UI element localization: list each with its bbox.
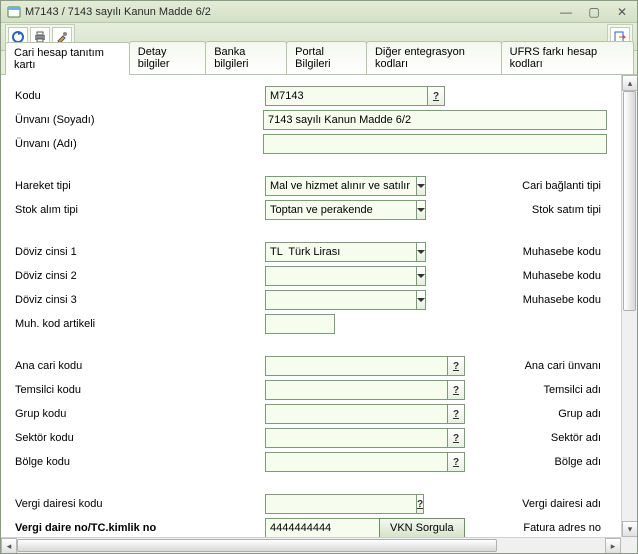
vertical-scrollbar[interactable]: ▴ ▾: [621, 75, 637, 537]
maximize-button[interactable]: ▢: [583, 4, 605, 20]
bolge-kodu-lookup: ?: [265, 452, 465, 472]
label-temsilci-kodu: Temsilci kodu: [15, 384, 265, 396]
tab-detay-bilgiler[interactable]: Detay bilgiler: [129, 41, 206, 74]
window-controls: — ▢ ✕: [555, 4, 633, 20]
stok-alim-tipi-value[interactable]: [265, 200, 416, 220]
window-title: M7143 / 7143 sayılı Kanun Madde 6/2: [25, 6, 555, 18]
label-sektor-adi: Sektör adı: [551, 432, 607, 444]
label-sektor-kodu: Sektör kodu: [15, 432, 265, 444]
tab-ufrs-farki-hesap-kodlari[interactable]: UFRS farkı hesap kodları: [501, 41, 634, 74]
grup-kodu-input[interactable]: [265, 404, 447, 424]
sektor-kodu-input[interactable]: [265, 428, 447, 448]
vergi-dairesi-kodu-lookup: ?: [265, 494, 335, 514]
horizontal-scroll-thumb[interactable]: [17, 539, 497, 552]
scroll-up-button[interactable]: ▴: [622, 75, 637, 91]
doviz-1-dropdown[interactable]: [265, 242, 395, 262]
doviz-3-value[interactable]: [265, 290, 416, 310]
unvani-adi-input[interactable]: [263, 134, 607, 154]
scroll-left-button[interactable]: ◂: [1, 538, 17, 553]
bolge-kodu-lookup-button[interactable]: ?: [447, 452, 465, 472]
sektor-kodu-lookup-button[interactable]: ?: [447, 428, 465, 448]
scroll-right-button[interactable]: ▸: [605, 538, 621, 553]
label-doviz-2: Döviz cinsi 2: [15, 270, 265, 282]
label-fatura-adres-no: Fatura adres no: [523, 522, 607, 534]
horizontal-scrollbar[interactable]: ◂ ▸: [1, 537, 621, 553]
doviz-2-dropdown[interactable]: [265, 266, 395, 286]
doviz-2-dropdown-button[interactable]: [416, 266, 426, 286]
doviz-1-dropdown-button[interactable]: [416, 242, 426, 262]
label-grup-adi: Grup adı: [558, 408, 607, 420]
app-window: M7143 / 7143 sayılı Kanun Madde 6/2 — ▢ …: [0, 0, 638, 554]
label-vergi-dairesi-kodu: Vergi dairesi kodu: [15, 498, 265, 510]
doviz-3-dropdown[interactable]: [265, 290, 395, 310]
label-vergi-dairesi-adi: Vergi dairesi adı: [522, 498, 607, 510]
form-body: Kodu ? Ünvanı (Soyadı): [1, 75, 621, 537]
label-bolge-adi: Bölge adı: [555, 456, 607, 468]
vergi-dairesi-kodu-lookup-button[interactable]: ?: [416, 494, 424, 514]
vertical-scroll-thumb[interactable]: [623, 91, 636, 311]
ana-cari-kodu-input[interactable]: [265, 356, 447, 376]
horizontal-scroll-track[interactable]: [17, 538, 605, 553]
label-hareket-tipi: Hareket tipi: [15, 180, 265, 192]
label-muhasebe-kodu-2: Muhasebe kodu: [523, 270, 607, 282]
tabstrip: Cari hesap tanıtım kartı Detay bilgiler …: [1, 51, 637, 75]
tab-banka-bilgileri[interactable]: Banka bilgileri: [205, 41, 287, 74]
doviz-1-value[interactable]: [265, 242, 416, 262]
label-vergi-daire-no: Vergi daire no/TC.kimlik no: [15, 522, 265, 534]
vertical-scroll-track[interactable]: [622, 91, 637, 521]
tab-portal-bilgileri[interactable]: Portal Bilgileri: [286, 41, 367, 74]
doviz-2-value[interactable]: [265, 266, 416, 286]
tab-cari-hesap-tanitim-karti[interactable]: Cari hesap tanıtım kartı: [5, 42, 130, 75]
temsilci-kodu-lookup: ?: [265, 380, 465, 400]
close-button[interactable]: ✕: [611, 4, 633, 20]
doviz-3-dropdown-button[interactable]: [416, 290, 426, 310]
kodu-lookup-button[interactable]: ?: [427, 86, 445, 106]
label-unvani-soyadi: Ünvanı (Soyadı): [15, 114, 263, 126]
label-unvani-adi: Ünvanı (Adı): [15, 138, 263, 150]
vergi-dairesi-kodu-input[interactable]: [265, 494, 416, 514]
tab-diger-entegrasyon-kodlari[interactable]: Diğer entegrasyon kodları: [366, 41, 502, 74]
label-stok-alim-tipi: Stok alım tipi: [15, 204, 265, 216]
scroll-down-button[interactable]: ▾: [622, 521, 637, 537]
temsilci-kodu-input[interactable]: [265, 380, 447, 400]
label-muhasebe-kodu-3: Muhasebe kodu: [523, 294, 607, 306]
label-bolge-kodu: Bölge kodu: [15, 456, 265, 468]
sektor-kodu-lookup: ?: [265, 428, 465, 448]
label-muhasebe-kodu-1: Muhasebe kodu: [523, 246, 607, 258]
label-doviz-3: Döviz cinsi 3: [15, 294, 265, 306]
app-icon: [7, 5, 21, 19]
stok-alim-tipi-dropdown-button[interactable]: [416, 200, 426, 220]
titlebar: M7143 / 7143 sayılı Kanun Madde 6/2 — ▢ …: [1, 1, 637, 23]
grup-kodu-lookup: ?: [265, 404, 465, 424]
muh-kod-artikeli-input[interactable]: [265, 314, 335, 334]
kodu-input[interactable]: [265, 86, 427, 106]
hareket-tipi-dropdown-button[interactable]: [416, 176, 426, 196]
scroll-viewport: Kodu ? Ünvanı (Soyadı): [1, 75, 621, 537]
vkn-sorgula-button[interactable]: VKN Sorgula: [379, 518, 465, 537]
label-doviz-1: Döviz cinsi 1: [15, 246, 265, 258]
hareket-tipi-dropdown[interactable]: [265, 176, 425, 196]
content-area: Kodu ? Ünvanı (Soyadı): [1, 75, 637, 553]
label-cari-baglanti-tipi: Cari bağlanti tipi: [522, 180, 607, 192]
label-kodu: Kodu: [15, 90, 265, 102]
label-ana-cari-kodu: Ana cari kodu: [15, 360, 265, 372]
minimize-button[interactable]: —: [555, 4, 577, 20]
unvani-soyadi-input[interactable]: [263, 110, 607, 130]
ana-cari-kodu-lookup-button[interactable]: ?: [447, 356, 465, 376]
vergi-daire-no-lookup: ?: [265, 518, 373, 537]
stok-alim-tipi-dropdown[interactable]: [265, 200, 395, 220]
temsilci-kodu-lookup-button[interactable]: ?: [447, 380, 465, 400]
hareket-tipi-value[interactable]: [265, 176, 416, 196]
label-muh-kod-artikeli: Muh. kod artikeli: [15, 318, 265, 330]
label-temsilci-adi: Temsilci adı: [544, 384, 607, 396]
ana-cari-kodu-lookup: ?: [265, 356, 465, 376]
bolge-kodu-input[interactable]: [265, 452, 447, 472]
label-grup-kodu: Grup kodu: [15, 408, 265, 420]
label-ana-cari-unvani: Ana cari ünvanı: [525, 360, 607, 372]
grup-kodu-lookup-button[interactable]: ?: [447, 404, 465, 424]
kodu-lookup: ?: [265, 86, 445, 106]
scroll-corner: [621, 537, 637, 553]
label-stok-satim-tipi: Stok satım tipi: [532, 204, 607, 216]
